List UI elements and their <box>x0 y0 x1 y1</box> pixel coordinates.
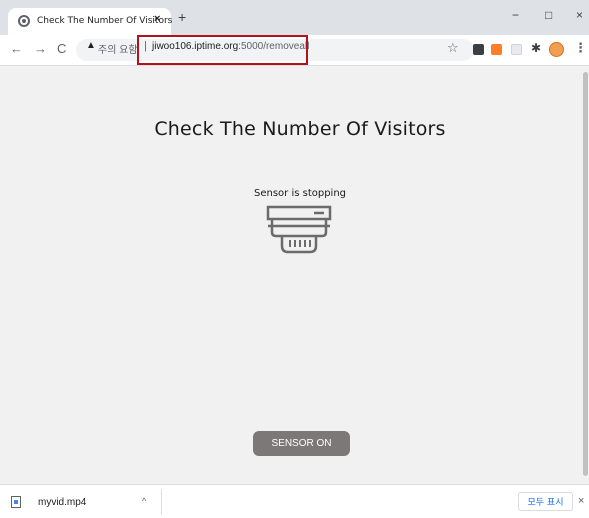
chevron-up-icon[interactable]: ^ <box>142 496 146 506</box>
close-window-button[interactable]: × <box>576 8 583 22</box>
page-content: Check The Number Of Visitors Sensor is s… <box>0 66 582 484</box>
extension-icon[interactable] <box>473 44 484 55</box>
tab-title: Check The Number Of Visitors <box>37 16 173 26</box>
extension-icon[interactable] <box>511 44 522 55</box>
minimize-button[interactable]: − <box>512 8 519 22</box>
show-all-button[interactable]: 모두 표시 <box>518 492 573 511</box>
globe-icon <box>18 15 30 27</box>
warning-icon[interactable]: ▲ <box>86 40 96 51</box>
close-shelf-button[interactable]: × <box>578 495 584 507</box>
maximize-button[interactable]: □ <box>545 8 552 22</box>
browser-menu-icon[interactable]: ⋮ <box>574 40 587 56</box>
bookmark-star-icon[interactable]: ☆ <box>447 40 459 56</box>
sensor-on-button[interactable]: SENSOR ON <box>253 431 350 456</box>
page-title: Check The Number Of Visitors <box>154 118 446 140</box>
extension-icon[interactable] <box>491 44 502 55</box>
download-file-name[interactable]: myvid.mp4 <box>38 497 86 508</box>
profile-avatar[interactable] <box>549 42 564 57</box>
sensor-status-text: Sensor is stopping <box>253 188 347 199</box>
scrollbar[interactable] <box>582 66 589 484</box>
back-button[interactable]: ← <box>10 41 23 56</box>
divider <box>161 489 162 515</box>
url-highlight-box <box>137 35 308 65</box>
extensions-puzzle-icon[interactable]: ✱ <box>531 41 541 55</box>
tab-strip: Check The Number Of Visitors × + − □ × <box>0 0 589 35</box>
reload-button[interactable]: C <box>57 41 66 56</box>
tab-close-button[interactable]: × <box>154 13 160 25</box>
forward-button[interactable]: → <box>34 41 47 56</box>
browser-tab[interactable]: Check The Number Of Visitors × <box>8 8 173 35</box>
browser-toolbar: ← → C ▲ 주의 요함 | jiwoo106.iptime.org:5000… <box>0 35 589 66</box>
security-status[interactable]: 주의 요함 <box>98 41 138 56</box>
smoke-sensor-icon <box>266 205 332 254</box>
new-tab-button[interactable]: + <box>178 9 186 25</box>
scrollbar-thumb[interactable] <box>583 72 588 476</box>
video-file-icon <box>11 496 21 508</box>
download-shelf: myvid.mp4 ^ 모두 표시 × <box>0 484 589 518</box>
